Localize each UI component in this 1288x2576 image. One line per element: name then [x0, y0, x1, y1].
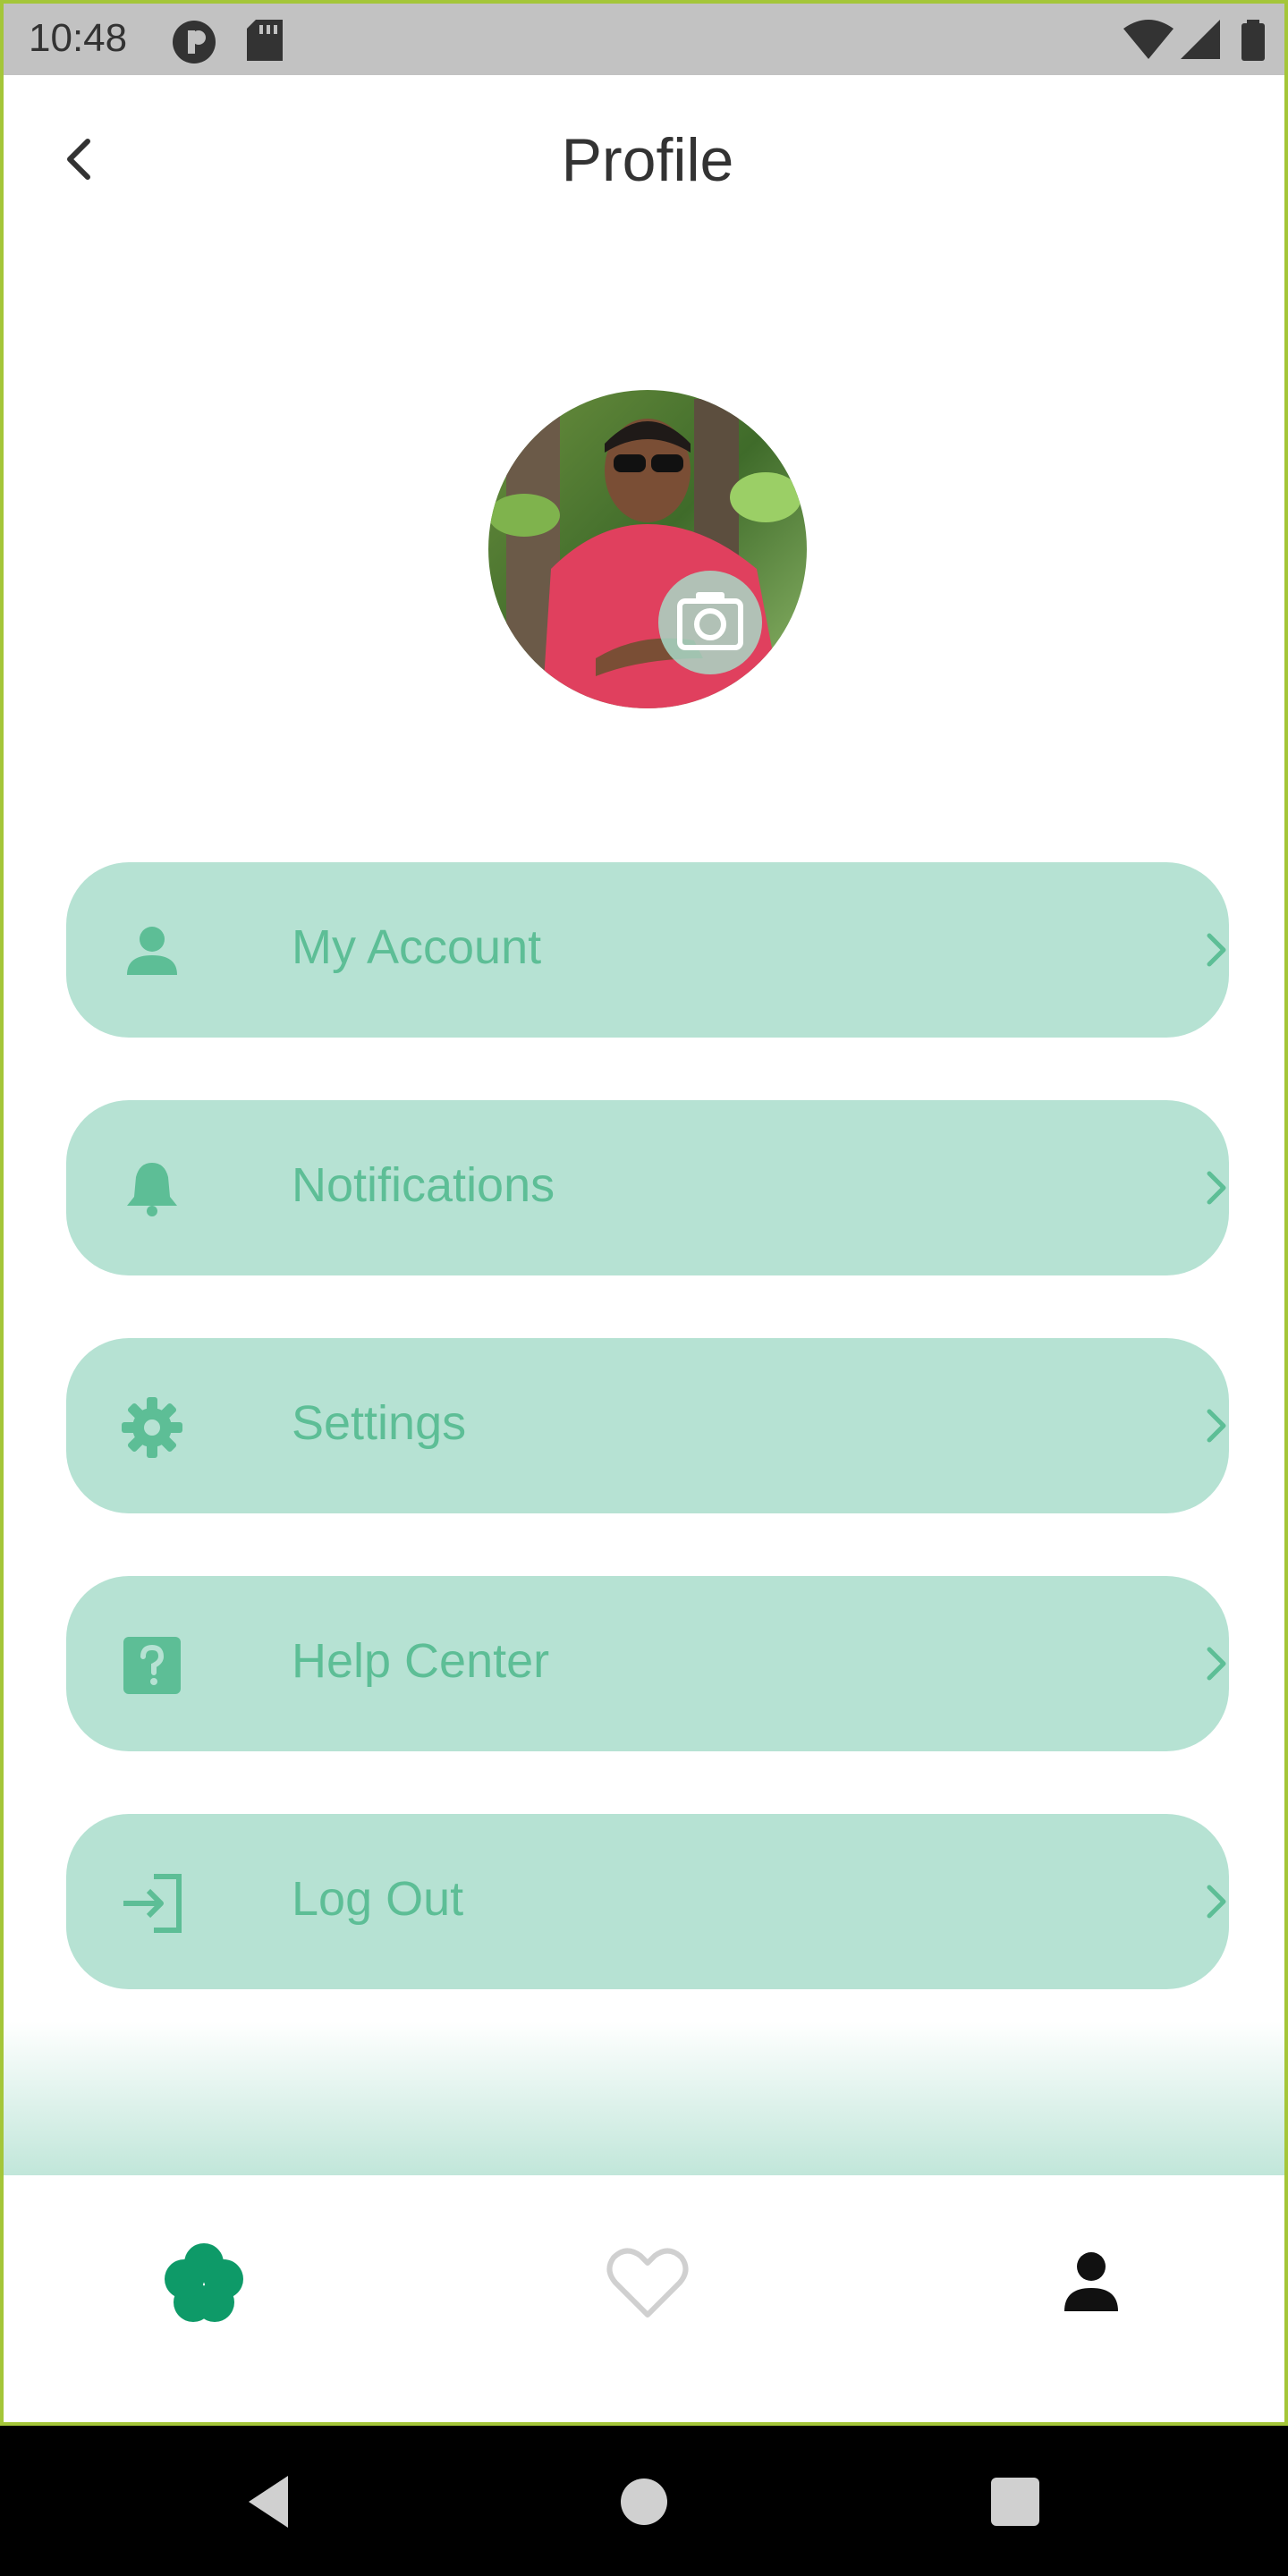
camera-icon[interactable] [657, 569, 764, 676]
system-nav-bar [0, 2426, 1288, 2576]
page-title: Profile [561, 126, 734, 194]
menu-label: My Account [292, 920, 542, 974]
battery-icon [1241, 20, 1265, 61]
bottom-fade [4, 2021, 1284, 2175]
back-triangle-icon[interactable] [240, 2470, 302, 2533]
flower-icon[interactable] [159, 2238, 249, 2327]
profile-screen: Profile My Account Notifications Setting… [0, 0, 1288, 2426]
home-circle-icon[interactable] [613, 2470, 675, 2533]
recents-square-icon[interactable] [984, 2470, 1046, 2533]
chevron-right-icon [1207, 1647, 1226, 1681]
sd-card-icon [247, 20, 283, 61]
help-icon [123, 1637, 181, 1694]
menu-label: Notifications [292, 1158, 555, 1212]
avatar-container[interactable] [488, 390, 810, 712]
menu-label: Log Out [292, 1872, 464, 1926]
menu-item-notifications[interactable]: Notifications [66, 1100, 1229, 1275]
menu-item-help-center[interactable]: Help Center [66, 1576, 1229, 1751]
status-bar: 10:48 [0, 0, 1288, 75]
heart-icon[interactable] [603, 2238, 692, 2327]
chevron-right-icon [1207, 1171, 1226, 1205]
menu-item-settings[interactable]: Settings [66, 1338, 1229, 1513]
menu-item-my-account[interactable]: My Account [66, 862, 1229, 1038]
menu-label: Help Center [292, 1634, 550, 1688]
person-icon[interactable] [1046, 2238, 1136, 2327]
chevron-right-icon [1207, 1885, 1226, 1919]
chevron-right-icon [1207, 1409, 1226, 1443]
person-icon [127, 927, 177, 975]
logout-icon [123, 1874, 182, 1933]
wifi-icon [1123, 20, 1174, 59]
menu-label: Settings [292, 1396, 467, 1450]
gear-icon [122, 1397, 182, 1458]
header: Profile [4, 75, 1284, 254]
bottom-nav [4, 2175, 1284, 2422]
signal-icon [1181, 20, 1220, 59]
status-time: 10:48 [29, 16, 128, 60]
bell-icon [127, 1163, 177, 1216]
chevron-right-icon [1207, 933, 1226, 967]
pocket-icon [173, 21, 216, 64]
menu-item-log-out[interactable]: Log Out [66, 1814, 1229, 1989]
